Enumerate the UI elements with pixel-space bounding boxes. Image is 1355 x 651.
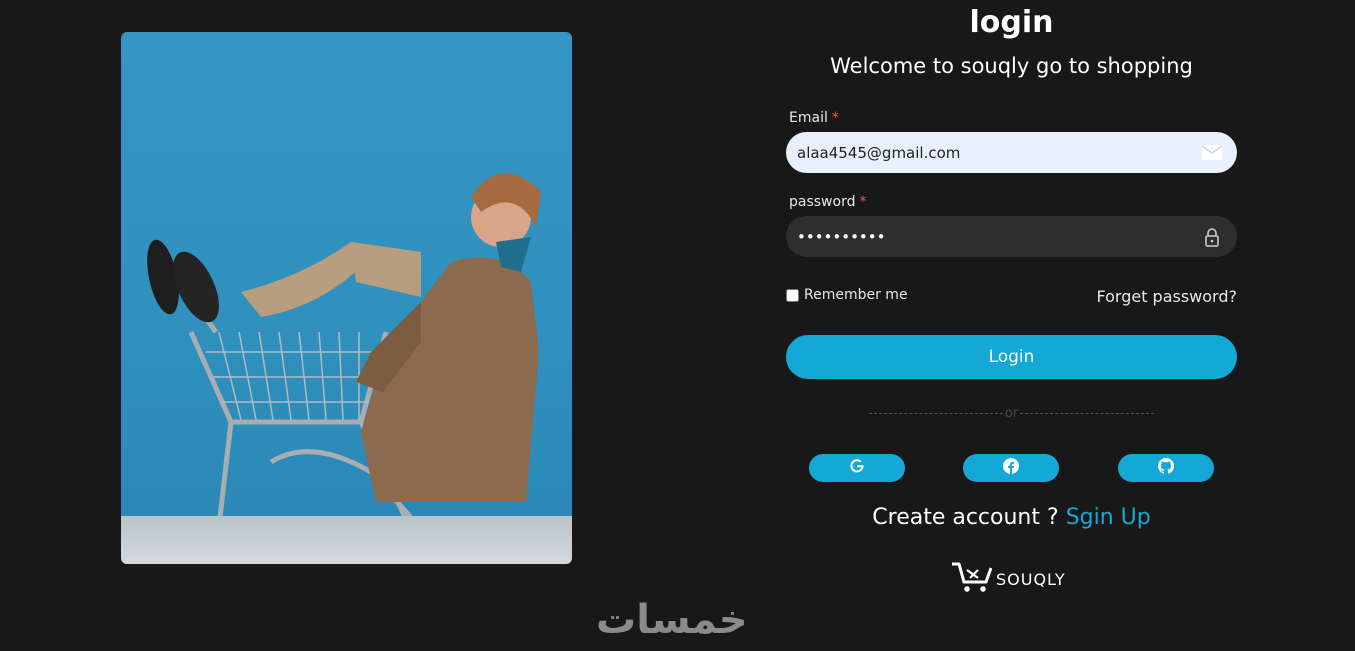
cart-logo-icon xyxy=(950,560,993,598)
remember-checkbox[interactable] xyxy=(786,288,799,302)
required-mark: * xyxy=(859,194,867,210)
email-field-wrapper[interactable] xyxy=(786,132,1237,173)
brand-logo: SOUQLY xyxy=(950,560,1066,598)
login-button[interactable]: Login xyxy=(786,335,1237,379)
email-label-text: Email xyxy=(789,110,828,126)
create-account-prompt: Create account ? Sgin Up xyxy=(786,504,1237,532)
password-field[interactable] xyxy=(797,227,1201,246)
or-divider: or xyxy=(869,403,1154,423)
page-subtitle: Welcome to souqly go to shopping xyxy=(830,54,1193,78)
forget-password-link[interactable]: Forget password? xyxy=(1096,287,1237,306)
lock-icon xyxy=(1201,226,1223,248)
remember-label: Remember me xyxy=(804,287,908,303)
email-label: Email * xyxy=(789,109,839,127)
password-label-text: password xyxy=(789,194,856,210)
google-login-button[interactable] xyxy=(809,454,905,482)
divider-text: or xyxy=(1004,405,1019,421)
create-account-text: Create account ? xyxy=(872,505,1059,530)
password-field-wrapper[interactable] xyxy=(786,216,1237,257)
password-label: password * xyxy=(789,193,866,211)
facebook-icon xyxy=(1003,458,1019,478)
github-icon xyxy=(1157,457,1175,478)
divider-line xyxy=(1020,412,1154,414)
github-login-button[interactable] xyxy=(1118,454,1214,482)
remember-me[interactable]: Remember me xyxy=(786,287,908,303)
khamsat-watermark: خمسات xyxy=(596,597,748,643)
envelope-icon xyxy=(1201,142,1223,164)
signup-link[interactable]: Sgin Up xyxy=(1066,505,1151,530)
google-icon xyxy=(849,458,865,478)
email-field[interactable] xyxy=(797,143,1201,162)
facebook-login-button[interactable] xyxy=(963,454,1059,482)
required-mark: * xyxy=(831,110,839,126)
page-title: login xyxy=(969,5,1054,40)
divider-line xyxy=(869,412,1003,414)
brand-name: SOUQLY xyxy=(996,569,1066,589)
hero-image xyxy=(121,32,572,564)
